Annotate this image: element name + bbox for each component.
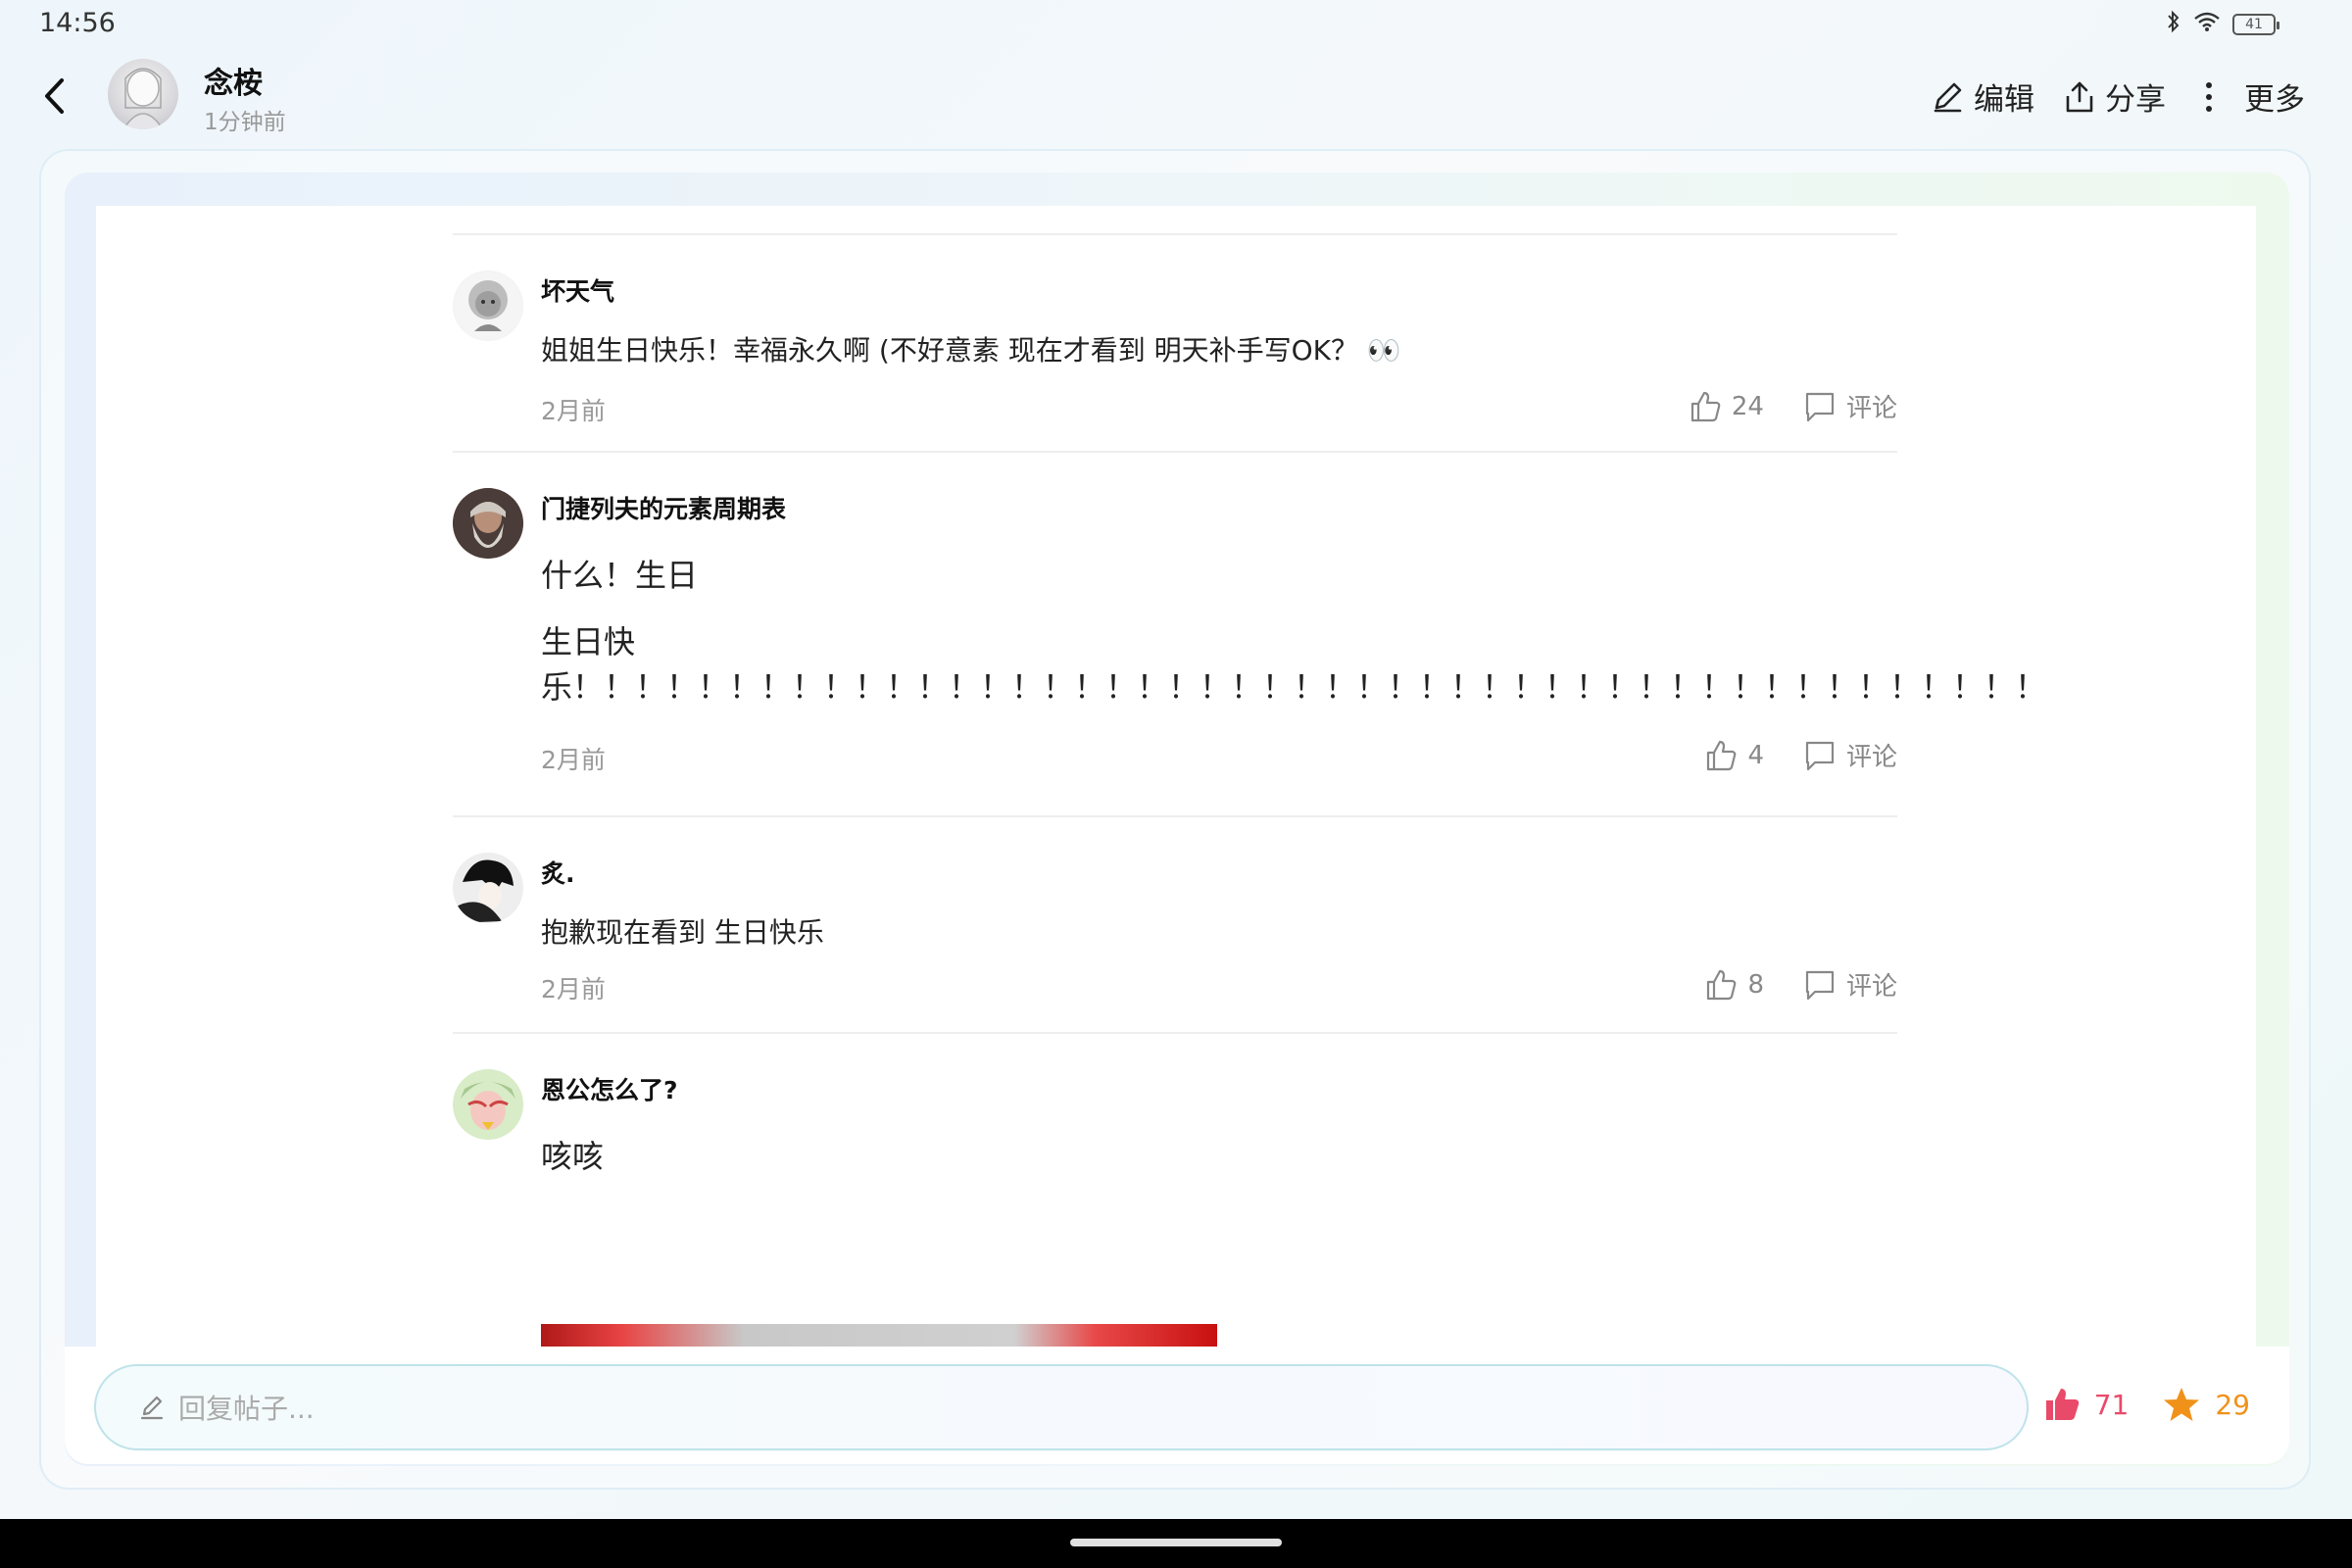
star-filled-icon [2164,1388,2200,1421]
comment-time: 2月前 [541,397,606,425]
author-name[interactable]: 念桉 [204,59,263,102]
reply-input[interactable]: 回复帖子... [94,1364,2029,1450]
like-button[interactable]: 24 [1689,390,1764,423]
comment-bubble-icon [1805,970,1835,1000]
reply-placeholder: 回复帖子... [178,1393,315,1425]
system-nav-bar [0,1519,2352,1568]
reply-bar: 回复帖子... 71 29 [65,1347,2289,1464]
post-like-button[interactable]: 71 [2043,1386,2130,1423]
reply-comment-button[interactable]: 评论 [1803,388,1897,424]
like-button[interactable]: 4 [1704,739,1764,772]
comment-item: 坏天气 姐姐生日快乐！幸福永久啊 (不好意素 现在才看到 明天补手写OK？ 👀 … [453,233,1897,451]
edit-button[interactable]: 编辑 [1931,74,2034,119]
comment-item: 炙. 抱歉现在看到 生日快乐 2月前 8 评论 [453,815,1897,1032]
pencil-icon [140,1396,164,1420]
commenter-avatar[interactable] [453,488,523,559]
commenter-avatar[interactable] [453,1069,523,1140]
commenter-avatar[interactable] [453,853,523,923]
commenter-avatar[interactable] [453,270,523,341]
thumbs-up-filled-icon [2045,1389,2079,1420]
comment-item: 恩公怎么了? 咳咳 [453,1032,1897,1347]
commenter-name[interactable]: 坏天气 [541,272,1897,308]
comment-text: 姐姐生日快乐！幸福永久啊 (不好意素 现在才看到 明天补手写OK？ 👀 [541,334,1401,367]
bluetooth-icon [2166,10,2181,39]
like-count: 8 [1747,969,1764,1000]
comment-text: 咳咳 [541,1138,605,1175]
comment-text: 什么！生日 [541,557,699,594]
reply-comment-button[interactable]: 评论 [1803,737,1897,773]
reply-comment-button[interactable]: 评论 [1803,966,1897,1003]
comment-item: 门捷列夫的元素周期表 什么！生日 生日快乐！！！！！！！！！！！！！！！！！！！… [453,451,2047,815]
wifi-icon [2193,11,2221,38]
commenter-name[interactable]: 炙. [541,855,1897,890]
status-time: 14:56 [39,8,116,38]
thumbs-up-icon [1690,391,1721,421]
status-icons: 41 [2166,10,2279,39]
commenter-name[interactable]: 门捷列夫的元素周期表 [541,490,1897,525]
like-count: 24 [1731,391,1764,421]
comment-time: 2月前 [541,746,606,774]
more-label: 更多 [2244,82,2305,118]
battery-level: 41 [2245,17,2263,32]
post-time: 1分钟前 [204,110,286,135]
share-button[interactable]: 分享 [2064,74,2166,119]
favorite-button[interactable]: 29 [2162,1386,2250,1423]
home-gesture-handle[interactable] [1070,1539,1282,1546]
battery-icon: 41 [2232,14,2279,35]
pencil-icon [1934,82,1962,112]
like-button[interactable]: 8 [1704,968,1764,1002]
favorite-count: 29 [2215,1388,2250,1421]
comment-bubble-icon [1805,392,1835,421]
comment-list: 坏天气 姐姐生日快乐！幸福永久啊 (不好意素 现在才看到 明天补手写OK？ 👀 … [453,233,2047,1347]
thumbs-up-icon [1707,740,1737,770]
thumbs-up-icon [1707,969,1737,1000]
share-label: 分享 [2105,82,2166,118]
post-like-count: 71 [2093,1388,2130,1421]
edit-label: 编辑 [1974,82,2034,118]
back-button[interactable] [29,67,78,125]
like-count: 4 [1747,740,1764,770]
header-actions: 编辑 分享 更多 [1931,74,2305,119]
more-vertical-icon [2206,81,2212,112]
share-icon [2066,81,2093,112]
comment-image[interactable] [541,1324,1217,1347]
comment-time: 2月前 [541,975,606,1004]
status-bar: 14:56 41 [0,0,2352,49]
comment-bubble-icon [1805,741,1835,770]
back-arrow-icon [45,78,64,114]
post-header: 念桉 1分钟前 编辑 分享 更多 [0,49,2352,147]
comment-label: 评论 [1845,394,1897,423]
commenter-name[interactable]: 恩公怎么了? [541,1071,1897,1106]
author-avatar[interactable] [108,59,178,129]
comments-area[interactable]: 坏天气 姐姐生日快乐！幸福永久啊 (不好意素 现在才看到 明天补手写OK？ 👀 … [96,206,2256,1347]
comment-text: 抱歉现在看到 生日快乐 [541,916,824,949]
comment-label: 评论 [1845,743,1897,772]
comment-label: 评论 [1845,972,1897,1002]
comment-text: 生日快乐！！！！！！！！！！！！！！！！！！！！！！！！！！！！！！！！！！！！… [541,623,2047,706]
more-button[interactable]: 更多 [2195,74,2305,119]
